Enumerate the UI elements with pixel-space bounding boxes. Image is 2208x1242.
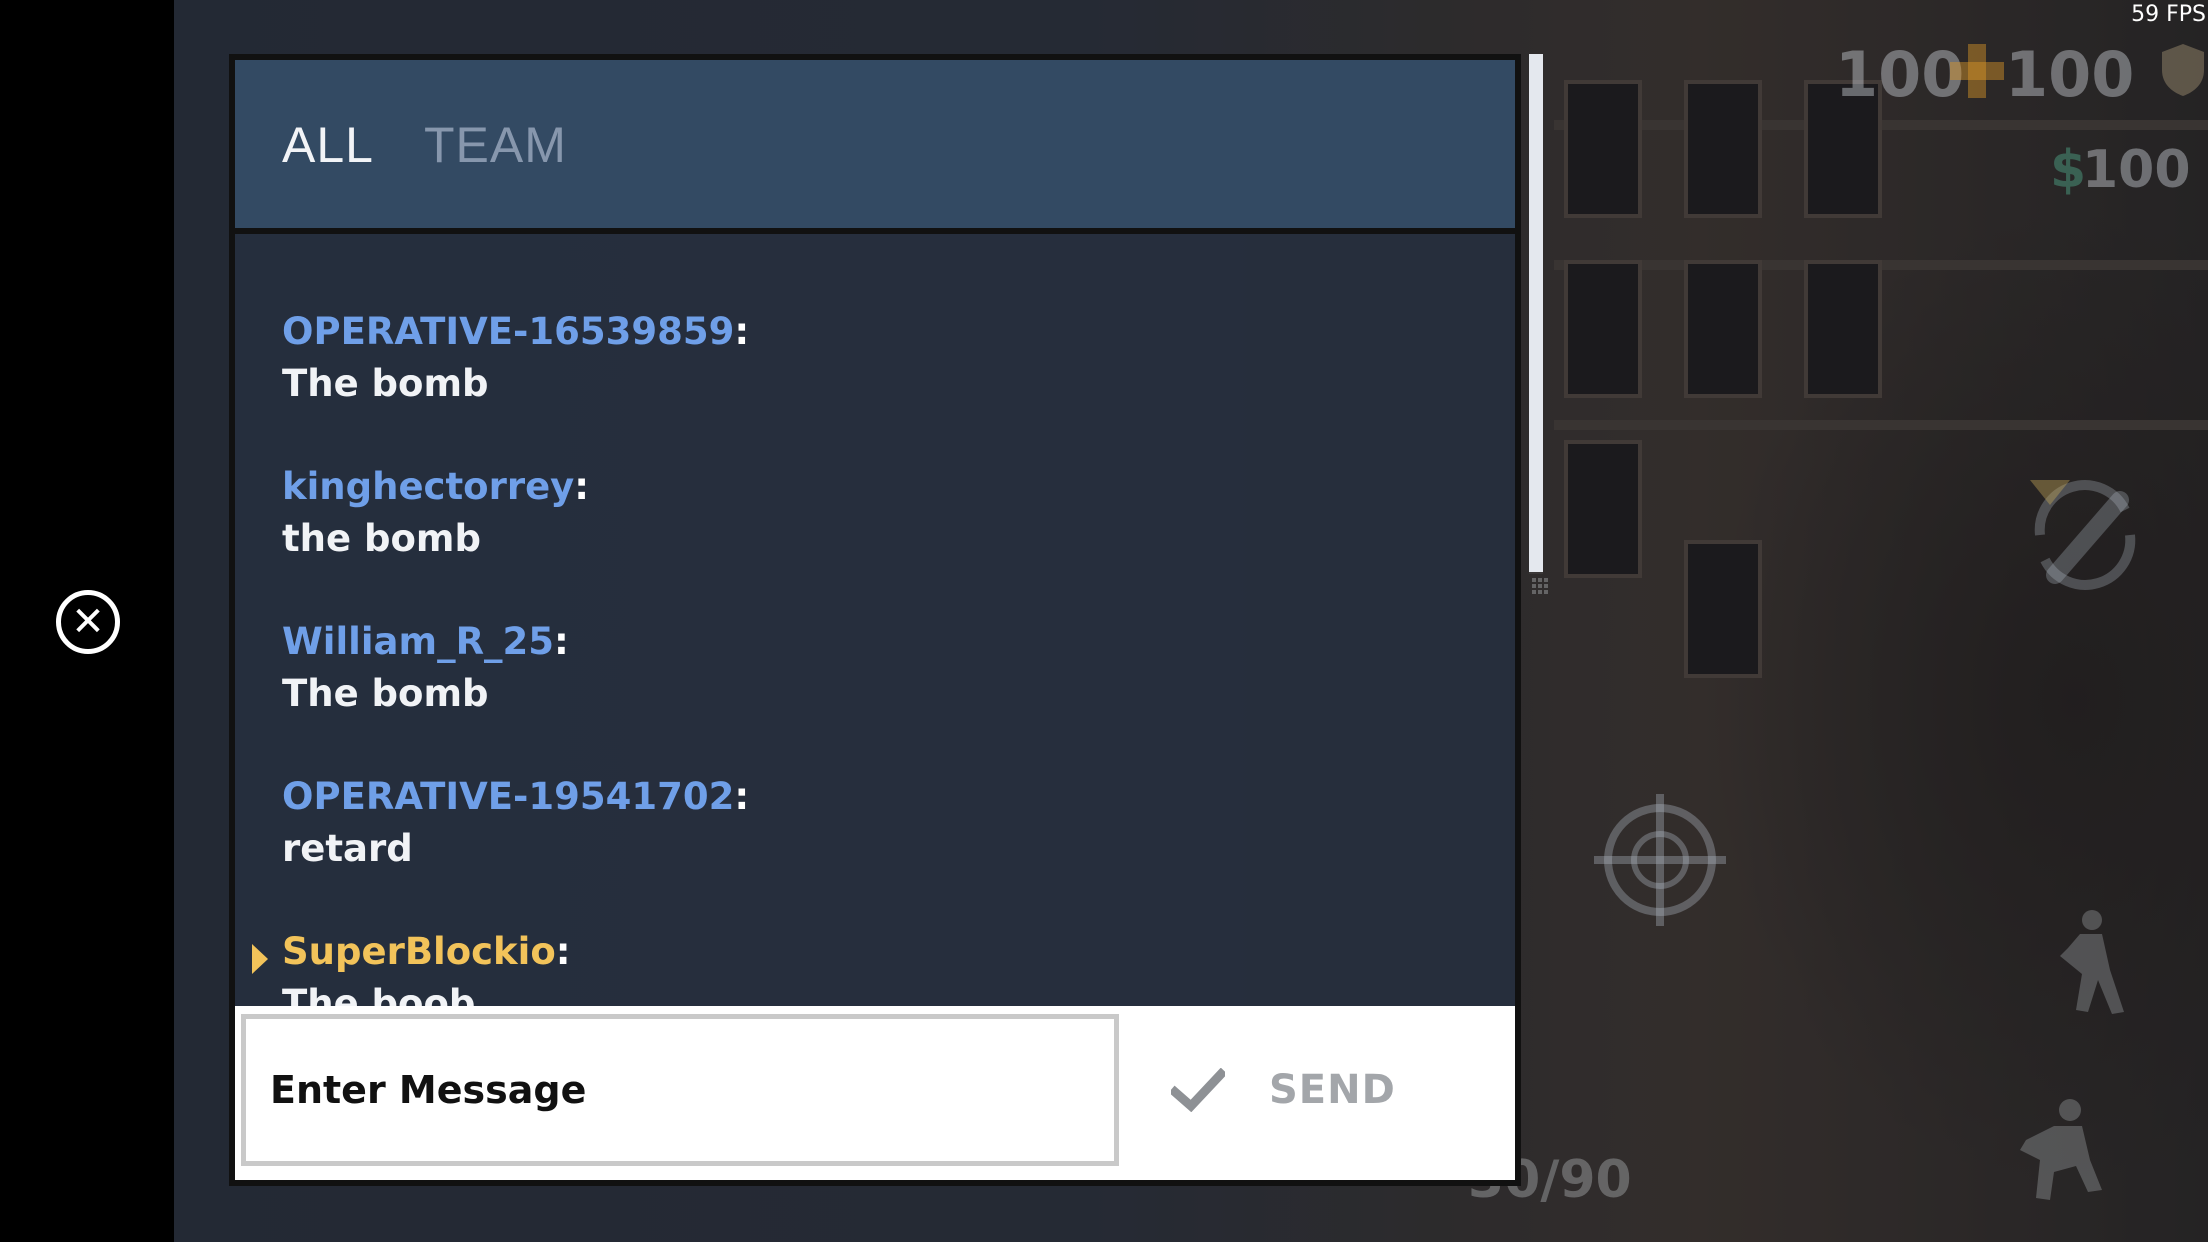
armor-value: 100 <box>2005 38 2135 111</box>
chat-message: OPERATIVE-19541702: retard <box>282 771 749 875</box>
check-icon <box>1171 1068 1225 1112</box>
crosshair-icon[interactable] <box>1590 790 1730 930</box>
message-text: The bomb <box>282 672 489 715</box>
message-colon: : <box>734 775 750 818</box>
money-sign: $ <box>2050 140 2087 200</box>
health-value: 100 <box>1835 38 1965 111</box>
chat-panel: ALL TEAM OPERATIVE-16539859: The bomb ki… <box>229 54 1521 1186</box>
shield-icon <box>2162 44 2204 96</box>
message-input[interactable] <box>241 1014 1119 1166</box>
send-button[interactable]: SEND <box>1141 1014 1501 1166</box>
message-colon: : <box>554 620 569 663</box>
close-chat-button[interactable]: ✕ <box>56 590 120 654</box>
send-label: SEND <box>1269 1067 1396 1113</box>
message-text: retard <box>282 827 413 870</box>
message-author: SuperBlockio <box>282 930 556 973</box>
message-author: William_R_25 <box>282 620 555 663</box>
money-value: 100 <box>2082 140 2191 200</box>
chat-input-area: SEND <box>235 1006 1515 1180</box>
message-colon: : <box>555 930 571 973</box>
message-text: The bomb <box>282 362 489 405</box>
chat-message: OPERATIVE-16539859: The bomb <box>282 306 749 410</box>
crouch-icon[interactable] <box>1990 1080 2130 1220</box>
tab-all[interactable]: ALL <box>282 116 374 174</box>
scroll-grip-icon[interactable] <box>1530 576 1550 596</box>
chat-message: kinghectorrey: the bomb <box>282 461 589 565</box>
health-cross-icon <box>1950 44 2004 98</box>
message-colon: : <box>734 310 750 353</box>
chat-message-list[interactable]: OPERATIVE-16539859: The bomb kinghectorr… <box>235 234 1515 1054</box>
message-author: OPERATIVE-16539859 <box>282 310 735 353</box>
own-message-pointer-icon <box>252 944 268 974</box>
prone-icon[interactable] <box>2020 900 2150 1030</box>
message-author: kinghectorrey <box>282 465 575 508</box>
chat-tabs-header: ALL TEAM <box>235 60 1515 234</box>
chat-scrollbar-thumb[interactable] <box>1529 54 1543 572</box>
chat-message: William_R_25: The bomb <box>282 616 569 720</box>
message-colon: : <box>574 465 590 508</box>
message-author: OPERATIVE-19541702 <box>282 775 735 818</box>
fps-counter: 59 FPS <box>2131 2 2206 27</box>
reload-icon[interactable] <box>2010 460 2160 610</box>
tab-team[interactable]: TEAM <box>424 116 567 174</box>
message-text: the bomb <box>282 517 481 560</box>
close-icon: ✕ <box>71 599 105 645</box>
